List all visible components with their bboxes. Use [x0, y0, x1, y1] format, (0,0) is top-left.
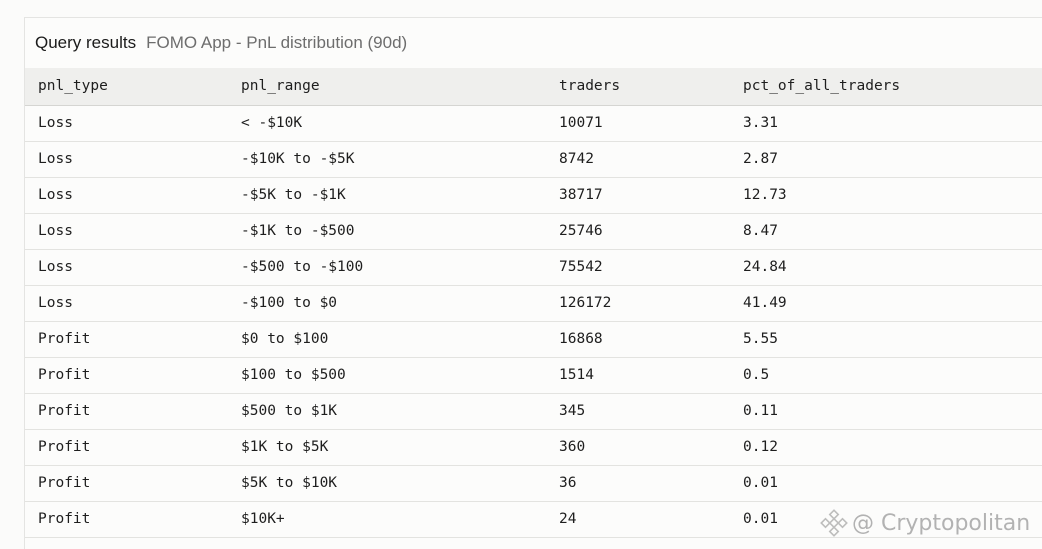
pnl-range-cell: $10K+ — [241, 511, 285, 527]
pnl-range-cell: -$10K to -$5K — [241, 151, 355, 167]
pnl-range-cell: $0 to $100 — [241, 331, 329, 347]
column-header-pct-of-all-traders[interactable]: pct_of_all_traders — [730, 68, 1042, 105]
traders-cell: 126172 — [559, 295, 612, 311]
pnl-type-cell: Profit — [38, 439, 91, 455]
pnl-type-cell: Profit — [38, 331, 91, 347]
pnl-range-cell: $100 to $500 — [241, 367, 346, 383]
column-header-traders[interactable]: traders — [546, 68, 730, 105]
table-row[interactable]: Profit $500 to $1K 345 0.11 — [25, 393, 1042, 429]
pct-cell: 3.31 — [743, 115, 778, 131]
pct-cell: 41.49 — [743, 295, 787, 311]
table-row[interactable]: Loss -$5K to -$1K 38717 12.73 — [25, 177, 1042, 213]
pct-cell: 0.11 — [743, 403, 778, 419]
table-row[interactable]: Loss -$500 to -$100 75542 24.84 — [25, 249, 1042, 285]
pnl-type-cell: Profit — [38, 403, 91, 419]
table-row[interactable]: Profit $5K to $10K 36 0.01 — [25, 465, 1042, 501]
query-name[interactable]: FOMO App - PnL distribution (90d) — [146, 33, 407, 53]
pct-cell: 0.12 — [743, 439, 778, 455]
pct-cell: 12.73 — [743, 187, 787, 203]
query-results-panel: Query results FOMO App - PnL distributio… — [24, 17, 1042, 549]
traders-cell: 25746 — [559, 223, 603, 239]
pnl-range-cell: < -$10K — [241, 115, 303, 131]
pct-cell: 5.55 — [743, 331, 778, 347]
pnl-range-cell: -$5K to -$1K — [241, 187, 346, 203]
traders-cell: 8742 — [559, 151, 594, 167]
table-row[interactable]: Profit $100 to $500 1514 0.5 — [25, 357, 1042, 393]
results-header: Query results FOMO App - PnL distributio… — [25, 18, 1042, 68]
pnl-range-cell: -$1K to -$500 — [241, 223, 355, 239]
table-row[interactable]: Loss -$100 to $0 126172 41.49 — [25, 285, 1042, 321]
results-table: pnl_type pnl_range traders pct_of_all_tr… — [25, 68, 1042, 538]
pnl-type-cell: Profit — [38, 511, 91, 527]
traders-cell: 345 — [559, 403, 586, 419]
traders-cell: 10071 — [559, 115, 603, 131]
column-header-pnl-type[interactable]: pnl_type — [25, 68, 228, 105]
traders-cell: 16868 — [559, 331, 603, 347]
table-header-row: pnl_type pnl_range traders pct_of_all_tr… — [25, 68, 1042, 105]
watermark-text: @ Cryptopolitan — [852, 510, 1031, 536]
pnl-range-cell: -$100 to $0 — [241, 295, 338, 311]
traders-cell: 24 — [559, 511, 577, 527]
pnl-range-cell: $5K to $10K — [241, 475, 338, 491]
pnl-type-cell: Loss — [38, 223, 73, 239]
traders-cell: 360 — [559, 439, 586, 455]
pnl-range-cell: $500 to $1K — [241, 403, 338, 419]
pnl-type-cell: Profit — [38, 475, 91, 491]
table-row[interactable]: Loss -$1K to -$500 25746 8.47 — [25, 213, 1042, 249]
pct-cell: 24.84 — [743, 259, 787, 275]
binance-logo-icon — [820, 509, 848, 537]
results-title: Query results — [35, 33, 137, 52]
traders-cell: 75542 — [559, 259, 603, 275]
traders-cell: 36 — [559, 475, 577, 491]
pnl-range-cell: -$500 to -$100 — [241, 259, 364, 275]
pct-cell: 2.87 — [743, 151, 778, 167]
traders-cell: 1514 — [559, 367, 594, 383]
pnl-type-cell: Profit — [38, 367, 91, 383]
table-row[interactable]: Profit $0 to $100 16868 5.55 — [25, 321, 1042, 357]
table-row[interactable]: Profit $1K to $5K 360 0.12 — [25, 429, 1042, 465]
pnl-range-cell: $1K to $5K — [241, 439, 329, 455]
traders-cell: 38717 — [559, 187, 603, 203]
pnl-type-cell: Loss — [38, 115, 73, 131]
pnl-type-cell: Loss — [38, 151, 73, 167]
pnl-type-cell: Loss — [38, 259, 73, 275]
table-row[interactable]: Loss -$10K to -$5K 8742 2.87 — [25, 141, 1042, 177]
pct-cell: 8.47 — [743, 223, 778, 239]
watermark: @ Cryptopolitan — [820, 509, 1030, 537]
pct-cell: 0.5 — [743, 367, 770, 383]
pnl-type-cell: Loss — [38, 187, 73, 203]
table-row[interactable]: Loss < -$10K 10071 3.31 — [25, 105, 1042, 141]
column-header-pnl-range[interactable]: pnl_range — [228, 68, 546, 105]
pct-cell: 0.01 — [743, 475, 778, 491]
pnl-type-cell: Loss — [38, 295, 73, 311]
